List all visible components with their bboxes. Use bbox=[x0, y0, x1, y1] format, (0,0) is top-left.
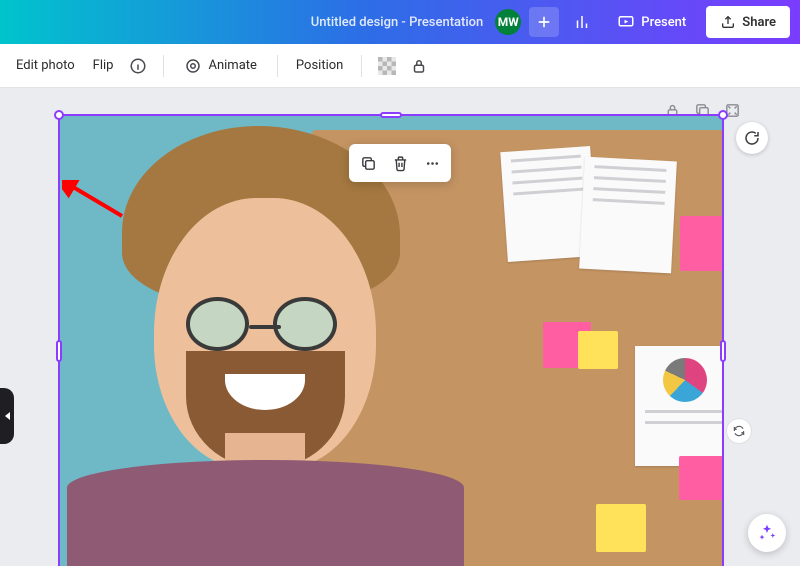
animate-label: Animate bbox=[208, 58, 256, 73]
position-button[interactable]: Position bbox=[290, 54, 349, 77]
info-icon[interactable] bbox=[125, 53, 151, 79]
rotate-button[interactable] bbox=[736, 122, 768, 154]
present-label: Present bbox=[641, 15, 686, 30]
flip-button[interactable]: Flip bbox=[87, 54, 120, 77]
resize-handle-top-left[interactable] bbox=[54, 110, 64, 120]
canvas-area: + Add page bbox=[0, 88, 800, 566]
present-button[interactable]: Present bbox=[605, 6, 698, 38]
insights-button[interactable] bbox=[567, 7, 597, 37]
resize-handle-top[interactable] bbox=[380, 112, 402, 118]
share-button[interactable]: Share bbox=[706, 6, 790, 38]
resize-handle-top-right[interactable] bbox=[718, 110, 728, 120]
edit-photo-button[interactable]: Edit photo bbox=[10, 54, 81, 77]
lock-icon[interactable] bbox=[406, 53, 432, 79]
animate-button[interactable]: Animate bbox=[176, 53, 264, 79]
user-avatar[interactable]: MW bbox=[495, 9, 521, 35]
toolbar-separator bbox=[361, 55, 362, 77]
toolbar-separator bbox=[277, 55, 278, 77]
resize-handle-left[interactable] bbox=[56, 340, 62, 362]
resize-handle-right[interactable] bbox=[720, 340, 726, 362]
toolbar-separator bbox=[163, 55, 164, 77]
add-member-button[interactable] bbox=[529, 7, 559, 37]
more-icon[interactable] bbox=[417, 148, 447, 178]
sync-icon[interactable] bbox=[726, 418, 752, 444]
side-panel-toggle[interactable] bbox=[0, 388, 14, 444]
context-toolbar: Edit photo Flip Animate Position bbox=[0, 44, 800, 88]
transparency-icon[interactable] bbox=[374, 53, 400, 79]
copy-icon[interactable] bbox=[353, 148, 383, 178]
assistant-button[interactable] bbox=[748, 514, 786, 552]
trash-icon[interactable] bbox=[385, 148, 415, 178]
floating-element-toolbar bbox=[349, 144, 451, 182]
photo-content bbox=[60, 116, 722, 566]
app-header: Untitled design - Presentation MW Presen… bbox=[0, 0, 800, 44]
share-label: Share bbox=[742, 15, 776, 30]
document-title[interactable]: Untitled design - Presentation bbox=[311, 15, 484, 30]
